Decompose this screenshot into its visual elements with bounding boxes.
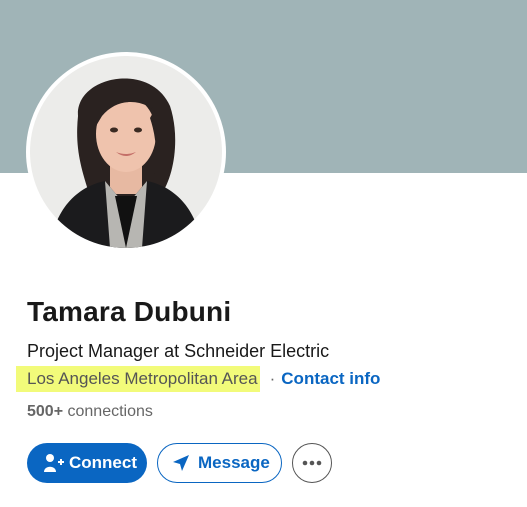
separator-dot: · (269, 369, 276, 388)
connect-label: Connect (69, 453, 137, 472)
profile-location: Los Angeles Metropolitan Area (16, 366, 260, 392)
send-icon (173, 455, 189, 471)
profile-name: Tamara Dubuni (27, 296, 232, 327)
connections-label: connections (67, 403, 153, 420)
profile-headline: Project Manager at Schneider Electric (27, 341, 330, 361)
location-row: Los Angeles Metropolitan Area · Contact … (16, 366, 380, 392)
profile-photo (30, 56, 222, 248)
connections-count: 500+ (27, 403, 64, 420)
add-person-icon (44, 454, 64, 472)
profile-avatar[interactable] (26, 52, 226, 252)
message-button[interactable]: Message (157, 443, 282, 483)
more-actions-button[interactable] (292, 443, 332, 483)
connect-button[interactable]: Connect (27, 443, 147, 483)
message-label: Message (198, 453, 270, 472)
contact-info-link[interactable]: Contact info (281, 369, 380, 389)
more-horizontal-icon (302, 460, 322, 466)
connections-summary[interactable]: 500+ connections (27, 403, 153, 421)
